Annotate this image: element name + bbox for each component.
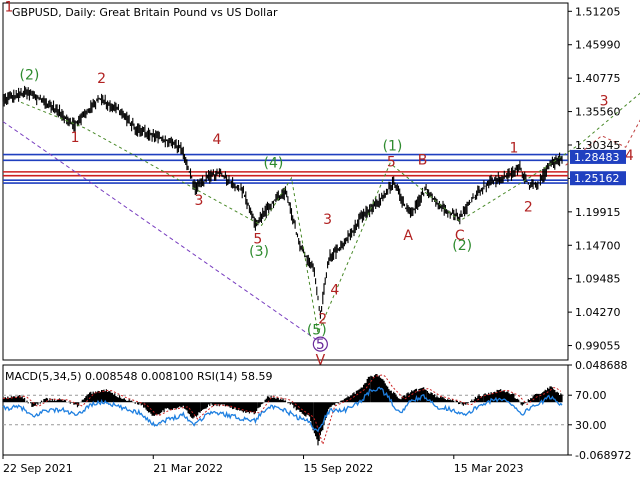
price-tick-label: 1.09485 xyxy=(575,273,621,286)
time-tick-label: 22 Sep 2021 xyxy=(3,462,73,475)
wave-label: (4) xyxy=(264,156,284,172)
wave-label: (1) xyxy=(383,138,403,154)
chart-root: 1(2)2143(4)5(3)342(5)5V(1)5BAC(2)12345(3… xyxy=(0,0,640,480)
wave-label: (2) xyxy=(20,67,40,83)
wave-label: 5 xyxy=(387,154,396,170)
wave-label: (3) xyxy=(249,244,269,260)
price-label-text: 1.25162 xyxy=(574,172,620,185)
price-tick-label: 1.45990 xyxy=(575,39,621,52)
wave-label: B xyxy=(418,153,428,169)
wave-label: (5) xyxy=(307,322,327,338)
wave-label: 4 xyxy=(330,283,339,299)
wave-label: V xyxy=(316,352,326,368)
indicator-tick-label: 70.00 xyxy=(575,389,607,402)
price-tick-label: 1.51205 xyxy=(575,5,621,18)
price-layer xyxy=(2,85,563,319)
wave-label: 1 xyxy=(71,130,80,146)
wave-label: 3 xyxy=(194,193,203,209)
wave-label: 2 xyxy=(97,71,106,87)
price-bars xyxy=(2,85,563,319)
price-tick-label: 1.19915 xyxy=(575,206,621,219)
indicator-tick-label: -0.068972 xyxy=(575,449,631,462)
price-tick-label: 1.14700 xyxy=(575,239,621,252)
chart-title: GBPUSD, Daily: Great Britain Pound vs US… xyxy=(12,6,278,19)
wave-labels-layer: 1(2)2143(4)5(3)342(5)5V(1)5BAC(2)12345(3… xyxy=(5,0,634,368)
wave-label: A xyxy=(403,228,413,244)
indicator-tick-label: 30.00 xyxy=(575,419,607,432)
wave-label: 2 xyxy=(524,199,533,215)
time-tick-label: 15 Sep 2022 xyxy=(304,462,374,475)
wave-label: 4 xyxy=(213,132,222,148)
indicator-label: MACD(5,34,5) 0.008548 0.008100 RSI(14) 5… xyxy=(5,370,272,383)
price-label-text: 1.28483 xyxy=(574,151,620,164)
grid-layer xyxy=(2,2,569,456)
wave-label: 4 xyxy=(625,148,634,164)
wave-label: 5 xyxy=(316,337,325,353)
time-tick-label: 21 Mar 2022 xyxy=(153,462,223,475)
price-panel-frame xyxy=(2,2,569,361)
zigzag-layer xyxy=(2,92,640,342)
price-chart: 1(2)2143(4)5(3)342(5)5V(1)5BAC(2)12345(3… xyxy=(2,0,640,475)
indicator-layer xyxy=(2,374,568,446)
wave-label: (2) xyxy=(452,238,472,254)
price-tick-label: 1.04270 xyxy=(575,306,621,319)
wave-label: 3 xyxy=(323,212,332,228)
price-tick-label: 0.99055 xyxy=(575,340,621,353)
price-tick-label: 1.40775 xyxy=(575,72,621,85)
time-tick-label: 15 Mar 2023 xyxy=(454,462,524,475)
levels-layer xyxy=(3,153,568,184)
indicator-tick-label: 0.048688 xyxy=(575,359,628,372)
price-tick-label: 1.35560 xyxy=(575,106,621,119)
wave-label: 1 xyxy=(509,140,518,156)
